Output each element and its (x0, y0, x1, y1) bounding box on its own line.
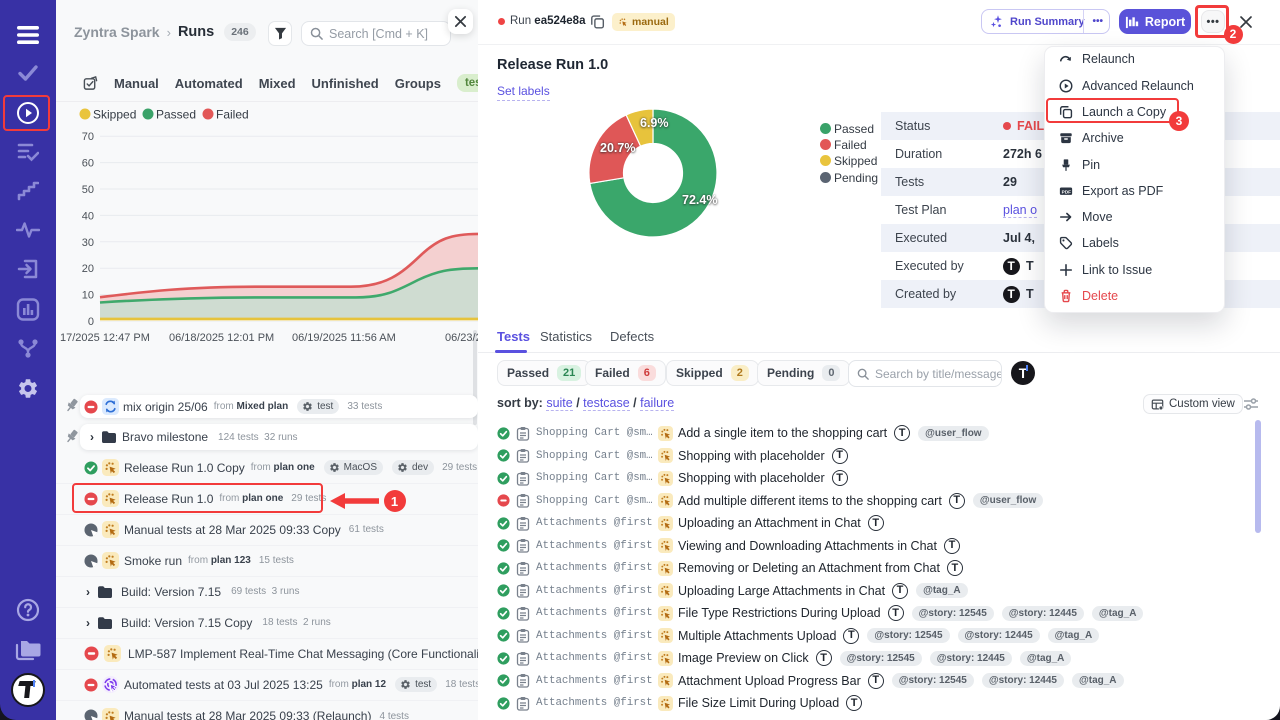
svg-text:6.9%: 6.9% (640, 116, 669, 130)
svg-text:Failed: Failed (216, 108, 249, 122)
svg-text:50: 50 (82, 184, 94, 196)
svg-text:Passed: Passed (156, 108, 196, 122)
svg-text:06/18/2025 12:01 PM: 06/18/2025 12:01 PM (169, 332, 274, 344)
svg-text:40: 40 (82, 210, 94, 222)
svg-text:70: 70 (82, 131, 94, 143)
svg-text:60: 60 (82, 158, 94, 170)
svg-text:Skipped: Skipped (93, 108, 136, 122)
svg-text:06/23/202: 06/23/202 (445, 332, 478, 344)
svg-text:30: 30 (82, 237, 94, 249)
svg-text:06/19/2025 11:56 AM: 06/19/2025 11:56 AM (292, 332, 396, 344)
svg-text:0: 0 (88, 316, 94, 328)
svg-text:20: 20 (82, 263, 94, 275)
svg-text:72.4%: 72.4% (682, 193, 717, 207)
svg-text:17/2025 12:47 PM: 17/2025 12:47 PM (60, 332, 150, 344)
svg-text:PDF: PDF (1062, 189, 1072, 195)
svg-text:10: 10 (82, 290, 94, 302)
svg-text:20.7%: 20.7% (600, 141, 635, 155)
